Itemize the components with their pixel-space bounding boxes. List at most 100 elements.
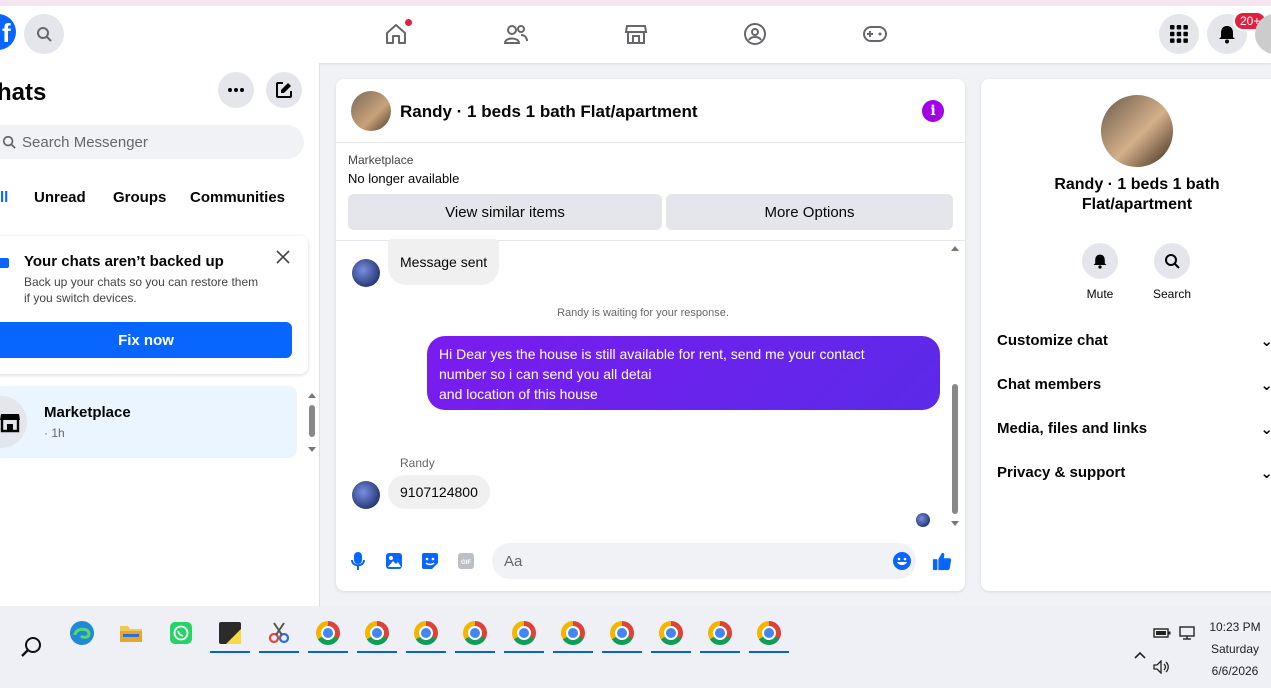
close-icon	[276, 250, 290, 264]
taskbar-chrome-3[interactable]	[406, 614, 446, 653]
new-message-button[interactable]	[266, 72, 302, 108]
taskbar-chrome-8[interactable]	[651, 614, 691, 653]
voice-clip-button[interactable]	[348, 551, 368, 571]
gif-button[interactable]: GIF	[456, 551, 476, 571]
search-messenger-input[interactable]: Search Messenger	[0, 125, 304, 159]
taskbar-chrome-6[interactable]	[553, 614, 593, 653]
filter-groups[interactable]: Groups	[113, 189, 166, 206]
taskbar-whatsapp[interactable]	[161, 614, 201, 652]
taskbar-chrome-9[interactable]	[700, 614, 740, 653]
battery-icon	[1153, 628, 1171, 638]
more-dots-icon	[228, 88, 244, 92]
marketplace-icon	[624, 25, 648, 44]
conversation-title[interactable]: Randy · 1 beds 1 bath Flat/apartment	[400, 102, 698, 122]
chrome-icon	[708, 621, 732, 645]
clock-day: Saturday	[1210, 642, 1260, 656]
emoji-icon	[893, 552, 911, 570]
chrome-icon	[414, 621, 438, 645]
conversation-scrollbar[interactable]	[948, 244, 962, 529]
gif-icon: GIF	[458, 553, 474, 569]
customize-chat-row[interactable]: Customize chat ⌄	[997, 332, 1271, 350]
taskbar-chrome-5[interactable]	[504, 614, 544, 653]
search-button[interactable]	[24, 14, 64, 54]
search-label: Search	[1152, 287, 1192, 301]
nav-groups[interactable]	[737, 16, 773, 52]
facebook-logo[interactable]: f	[0, 14, 16, 50]
emoji-button[interactable]	[892, 551, 912, 571]
message-bubble: Message sent	[388, 239, 500, 285]
show-hidden-icons-button[interactable]	[1130, 636, 1150, 674]
taskbar-chrome-1[interactable]	[308, 614, 348, 653]
filter-unread[interactable]: Unread	[34, 189, 86, 206]
outgoing-line-2: number so i can send you all detai	[439, 366, 652, 382]
taskbar-chrome-4[interactable]	[455, 614, 495, 653]
chrome-icon	[463, 621, 487, 645]
search-icon	[37, 27, 52, 42]
taskbar-chrome-10[interactable]	[749, 614, 789, 653]
filter-all[interactable]: ll	[0, 189, 8, 206]
taskbar-chrome-7[interactable]	[602, 614, 642, 653]
backup-warning-card: Your chats aren’t backed up Back up your…	[0, 236, 308, 374]
nav-gaming[interactable]	[857, 16, 893, 52]
mute-label: Mute	[1086, 287, 1114, 301]
sender-avatar	[352, 259, 380, 287]
chrome-icon	[365, 621, 389, 645]
battery-status[interactable]	[1152, 614, 1172, 652]
taskbar-edge[interactable]	[62, 614, 102, 652]
like-button[interactable]	[932, 551, 952, 571]
taskbar-file-explorer[interactable]	[111, 614, 151, 652]
chat-backup-icon	[0, 258, 9, 268]
search-icon	[2, 135, 16, 149]
chat-members-row[interactable]: Chat members ⌄	[997, 376, 1271, 394]
menu-button[interactable]	[1159, 14, 1199, 54]
search-in-conversation-button[interactable]: Search	[1142, 243, 1202, 301]
taskbar-sticky-notes[interactable]	[210, 614, 250, 653]
view-similar-items-button[interactable]: View similar items	[348, 194, 662, 230]
system-clock[interactable]: 10:23 PM Saturday 6/6/2026	[1200, 616, 1270, 682]
privacy-support-row[interactable]: Privacy & support ⌄	[997, 464, 1271, 482]
sidebar-scrollbar[interactable]	[307, 393, 317, 453]
listing-status: No longer available	[348, 171, 460, 186]
microphone-icon	[351, 552, 365, 570]
message-input-row: GIF Aa	[336, 541, 965, 581]
mute-button[interactable]: Mute	[1070, 243, 1130, 301]
conversation-avatar[interactable]	[351, 91, 391, 131]
filter-communities[interactable]: Communities	[190, 189, 285, 206]
sticker-button[interactable]	[420, 551, 440, 571]
bell-icon	[1093, 254, 1107, 269]
row-label: Chat members	[997, 376, 1102, 393]
sidebar-title: hats	[0, 79, 47, 106]
close-backup-card-button[interactable]	[276, 248, 290, 269]
outgoing-line-3: and location of this house	[439, 386, 598, 402]
nav-friends[interactable]	[498, 16, 534, 52]
nav-home[interactable]	[378, 16, 414, 52]
info-icon[interactable]: i	[922, 100, 944, 122]
details-avatar	[1101, 95, 1173, 167]
row-label: Privacy & support	[997, 464, 1126, 481]
fix-now-button[interactable]: Fix now	[0, 322, 292, 358]
marketplace-avatar	[0, 396, 27, 448]
snipping-tool-icon	[268, 622, 290, 644]
taskbar-chrome-2[interactable]	[357, 614, 397, 653]
media-files-links-row[interactable]: Media, files and links ⌄	[997, 420, 1271, 438]
row-label: Media, files and links	[997, 420, 1148, 437]
marketplace-icon	[0, 414, 20, 433]
outgoing-line-1: Hi Dear yes the house is still available…	[439, 346, 865, 362]
read-receipt-avatar	[916, 513, 930, 527]
more-options-listing-button[interactable]: More Options	[666, 194, 953, 230]
details-name-line-2: Flat/apartment	[1081, 196, 1193, 213]
taskbar-snipping-tool[interactable]	[259, 614, 299, 653]
attach-photo-button[interactable]	[384, 551, 404, 571]
volume-control[interactable]	[1152, 648, 1172, 686]
message-composer-input[interactable]: Aa	[492, 543, 916, 579]
more-options-button[interactable]	[218, 72, 254, 108]
network-status[interactable]	[1178, 614, 1198, 652]
folder-icon	[120, 626, 142, 642]
sender-name: Randy	[400, 456, 435, 470]
taskbar-search-button[interactable]	[12, 628, 52, 666]
chevron-down-icon: ⌄	[1260, 333, 1271, 350]
chat-list-item[interactable]: Marketplace · 1h	[0, 386, 297, 458]
nav-marketplace[interactable]	[618, 16, 654, 52]
grid-menu-icon	[1170, 25, 1188, 43]
conversation-panel: Randy · 1 beds 1 bath Flat/apartment i M…	[336, 79, 965, 591]
